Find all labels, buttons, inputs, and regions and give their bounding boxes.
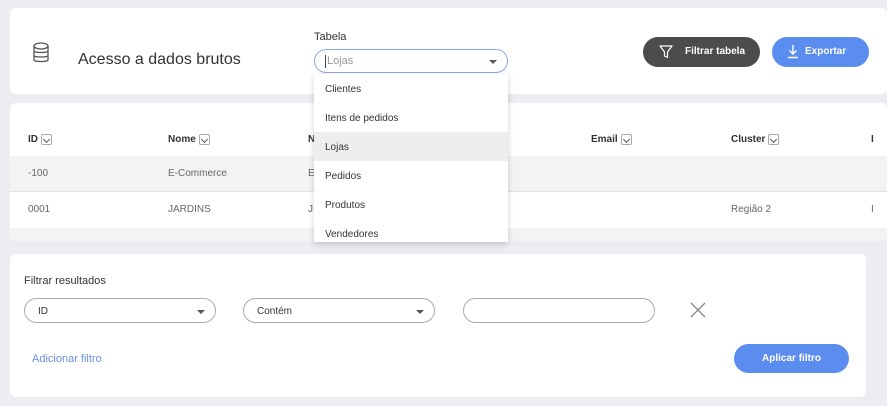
cell-nome: E-Commerce (168, 168, 227, 179)
table-select[interactable]: Lojas (314, 49, 508, 73)
apply-filter-button[interactable]: Aplicar filtro (734, 344, 849, 373)
column-header-nome[interactable]: Nome (168, 134, 210, 145)
funnel-icon (659, 45, 673, 59)
chevron-down-icon (489, 60, 497, 64)
export-label: Exportar (805, 46, 847, 57)
dropdown-option[interactable]: Pedidos (314, 161, 508, 190)
chevron-down-icon[interactable] (620, 134, 632, 145)
chevron-down-icon (416, 310, 424, 314)
column-header-cluster[interactable]: Cluster (731, 134, 780, 145)
close-icon[interactable] (688, 300, 708, 320)
page: Acesso a dados brutos ID Nome N Email Cl… (0, 0, 887, 406)
cell-n: J (308, 204, 313, 215)
add-filter-link[interactable]: Adicionar filtro (32, 353, 102, 365)
filter-field-value: ID (38, 306, 48, 317)
chevron-down-icon[interactable] (768, 134, 780, 145)
chevron-down-icon[interactable] (198, 134, 210, 145)
filter-operator-value: Contém (257, 306, 293, 317)
text-cursor (325, 55, 326, 68)
filter-table-button[interactable]: Filtrar tabela (643, 37, 760, 67)
column-header-email[interactable]: Email (591, 134, 632, 145)
export-button[interactable]: Exportar (772, 37, 869, 67)
download-icon (788, 45, 798, 59)
cell-cluster: Região 2 (731, 204, 772, 215)
dropdown-option[interactable]: Vendedores (314, 219, 508, 242)
cell-id: -100 (28, 168, 49, 179)
table-dropdown-menu: Clientes Itens de pedidos Lojas Pedidos … (314, 74, 508, 242)
dropdown-option[interactable]: Produtos (314, 190, 508, 219)
dropdown-option-highlighted[interactable]: Lojas (314, 132, 508, 161)
filter-table-label: Filtrar tabela (685, 46, 746, 57)
cell-id: 0001 (28, 204, 51, 215)
dropdown-option[interactable]: Clientes (314, 74, 508, 103)
database-icon (33, 42, 49, 63)
cell-nome: JARDINS (168, 204, 211, 215)
chevron-down-icon (197, 310, 205, 314)
cell-extra: I (871, 204, 874, 215)
filter-operator-select[interactable]: Contém (243, 298, 435, 323)
filter-panel: Filtrar resultados ID Contém Adicionar f… (10, 254, 866, 397)
filter-field-select[interactable]: ID (24, 298, 216, 323)
column-header-id[interactable]: ID (28, 134, 52, 145)
filter-title: Filtrar resultados (24, 275, 106, 287)
table-select-placeholder: Lojas (327, 55, 354, 67)
filter-value-input[interactable] (463, 298, 655, 323)
chevron-down-icon[interactable] (41, 134, 52, 145)
table-select-label: Tabela (314, 31, 347, 43)
dropdown-option[interactable]: Itens de pedidos (314, 103, 508, 132)
column-header-extra[interactable]: I (871, 134, 874, 145)
page-title: Acesso a dados brutos (78, 51, 241, 68)
